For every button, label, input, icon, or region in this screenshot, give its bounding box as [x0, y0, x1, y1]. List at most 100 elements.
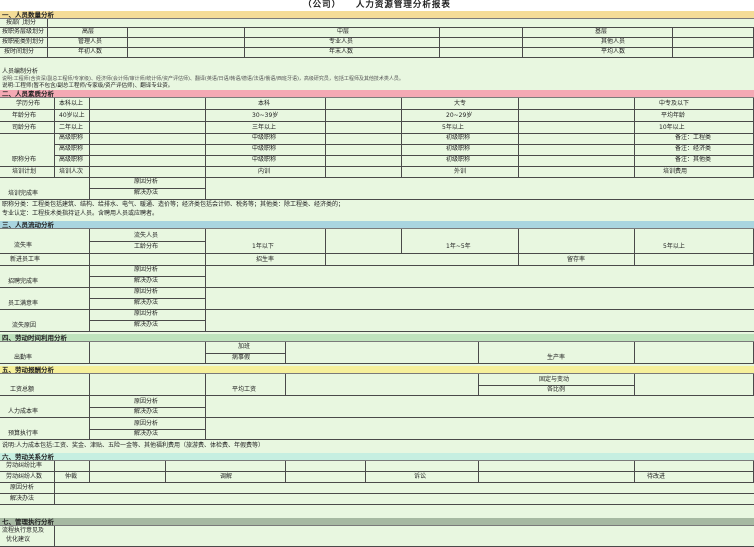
cell-label: 解决办法 — [134, 408, 159, 415]
cell-label: 待改进 — [647, 473, 666, 480]
cell-label: 外训 — [454, 168, 467, 175]
cell-label: 高级职称 — [59, 134, 84, 141]
cell-label: 调解 — [220, 473, 233, 480]
note-text: 说明:工程师(暂不包含/副总工程师/专家级/资产评估师)、翻译专业资。 — [2, 83, 174, 89]
cell-label: 年初人数 — [78, 48, 103, 55]
cell-label: 中级职称 — [252, 156, 277, 163]
section-header-quality: 二、人员素质分析 — [0, 90, 754, 98]
row-label: 招聘完成率 — [8, 278, 39, 285]
row-label: 人力成本率 — [8, 408, 39, 415]
row-label: 新进员工率 — [10, 256, 41, 263]
row-label: 培训计划 — [12, 168, 37, 175]
cell-label: 中级职称 — [252, 145, 277, 152]
row-label: 预算执行率 — [8, 430, 39, 437]
cell-label: 30~39岁 — [252, 112, 279, 119]
cell-label: 各比例 — [547, 386, 566, 393]
section-header-labor-relations: 六、劳动关系分析 — [0, 453, 754, 461]
cell-label: 固定与变动 — [539, 376, 570, 383]
cell-label: 解决办法 — [134, 430, 159, 437]
row-recruit-completion: 招聘完成率 原因分析 解决办法 — [0, 266, 754, 288]
cell-label: 流失人员 — [134, 232, 159, 239]
cell-label: 留存率 — [567, 256, 586, 263]
cell-label: 工龄分布 — [134, 243, 159, 250]
row-label: 原因分析 — [10, 484, 35, 491]
row-turnover-reason: 流失原因 原因分析 解决办法 — [0, 310, 754, 332]
cell-label: 二年以上 — [59, 124, 84, 131]
row-label: 年龄分布 — [12, 112, 37, 119]
row-label: 按职务层级划分 — [2, 28, 45, 35]
cell-label: 原因分析 — [134, 310, 159, 317]
cell-label: 招生率 — [256, 256, 275, 263]
cell-label: 原因分析 — [134, 398, 159, 405]
note-text: 专业认定：工程技术类指持证人员。含聘用人员或应聘者。 — [2, 210, 159, 217]
cell-label: 中专及以下 — [659, 100, 690, 107]
cell-label: 病事假 — [232, 354, 251, 361]
cell-label: 培训费用 — [663, 168, 688, 175]
cell-label: 加班 — [238, 343, 251, 350]
cell-label: 内训 — [258, 168, 271, 175]
cell-label: 中层 — [337, 28, 350, 35]
cell-label: 平均工资 — [232, 386, 257, 393]
row-labor-cost-rate: 人力成本率 原因分析 解决办法 — [0, 396, 754, 418]
row-by-function: 按职能类别划分 管理人员 专业人员 其他人员 — [0, 38, 754, 48]
row-label: 解决办法 — [10, 495, 35, 502]
row-by-time: 按时间划分 年初人数 年末人数 平均人数 — [0, 48, 754, 58]
row-label: 流程执行意见及 — [2, 527, 45, 534]
cell-label: 原因分析 — [134, 288, 159, 295]
row-tenure: 司龄分布 二年以上 三年以上 5年以上 10年以上 — [0, 122, 754, 134]
row-dispute-count: 劳动纠纷人数 仲裁 调解 诉讼 待改进 — [0, 472, 754, 483]
row-label: 劳动纠纷人数 — [6, 473, 43, 480]
row-label: 按时间划分 — [4, 48, 35, 55]
row-label: 员工满意率 — [8, 300, 39, 307]
cell-label: 原因分析 — [134, 178, 159, 185]
section-header-compensation: 五、劳动报酬分析 — [0, 366, 754, 374]
row-budget-execution: 预算执行率 原因分析 解决办法 — [0, 418, 754, 440]
row-label: 出勤率 — [14, 354, 33, 361]
cell-label: 平均人数 — [601, 48, 626, 55]
row-age: 年龄分布 40岁以上 30~39岁 20~29岁 平均年龄 — [0, 110, 754, 122]
cell-label: 初级职称 — [446, 156, 471, 163]
cell-label: 1年~5年 — [446, 243, 471, 250]
cell-label: 10年以上 — [659, 124, 685, 131]
cell-label: 其他人员 — [601, 38, 626, 45]
cell-label: 平均年龄 — [661, 112, 686, 119]
section-header-working-time: 四、劳动时间利用分析 — [0, 334, 754, 342]
cell-label: 基层 — [595, 28, 608, 35]
cell-label: 40岁以上 — [59, 112, 85, 119]
row-label: 职称分布 — [12, 156, 37, 163]
cell-label: 解决办法 — [134, 189, 159, 196]
row-attrition: 流失率 流失人员 工龄分布 1年以下 1年~5年 5年以上 — [0, 229, 754, 254]
cell-label: 生产率 — [547, 354, 566, 361]
row-education: 学历分布 本科以上 本科 大专 中专及以下 — [0, 98, 754, 110]
row-dispute-ratio: 劳动纠纷比率 — [0, 461, 754, 472]
note-text: 职称分类：工程类包括建筑、结构、给排水、电气、暖通、造价等；经济类包括会计师、税… — [2, 201, 345, 208]
note-text: 说明:人力成本包括:工资、奖金、津贴、五险一金等、其他福利费用（旅游费、体检费、… — [2, 442, 265, 449]
cell-label: 本科以上 — [59, 100, 84, 107]
cell-label: 高层 — [82, 28, 95, 35]
section-header-headcount: 一、人员数量分析 — [0, 11, 754, 19]
cell-label: 初级职称 — [446, 134, 471, 141]
row-employee-satisfaction: 员工满意率 原因分析 解决办法 — [0, 288, 754, 310]
row-label: 培训完成率 — [8, 190, 39, 197]
row-total-payroll: 工资总额 平均工资 固定与变动 各比例 — [0, 374, 754, 396]
row-label: 工资总额 — [10, 386, 35, 393]
row-label: 优化建议 — [6, 536, 31, 543]
row-process-feedback: 流程执行意见及 优化建议 — [0, 526, 754, 547]
cell-label: 高级职称 — [59, 145, 84, 152]
cell-label: 诉讼 — [414, 473, 427, 480]
cell-label: 原因分析 — [134, 420, 159, 427]
row-by-level: 按职务层级划分 高层 中层 基层 — [0, 28, 754, 38]
cell-label: 备注：工程类 — [675, 134, 712, 141]
cell-label: 备注：其他类 — [675, 156, 712, 163]
cell-label: 初级职称 — [446, 145, 471, 152]
row-label: 流失率 — [14, 242, 33, 249]
cell-label: 5年以上 — [442, 124, 464, 131]
row-training-completion: 培训完成率 原因分析 解决办法 — [0, 178, 754, 200]
cell-label: 本科 — [258, 100, 271, 107]
quality-notes: 职称分类：工程类包括建筑、结构、给排水、电气、暖通、造价等；经济类包括会计师、税… — [0, 200, 754, 220]
cell-label: 大专 — [454, 100, 467, 107]
row-label: 司龄分布 — [12, 124, 37, 131]
row-attendance: 出勤率 加班 病事假 生产率 — [0, 342, 754, 364]
cell-label: 解决办法 — [134, 277, 159, 284]
row-new-hire-rate: 新进员工率 招生率 留存率 — [0, 254, 754, 266]
